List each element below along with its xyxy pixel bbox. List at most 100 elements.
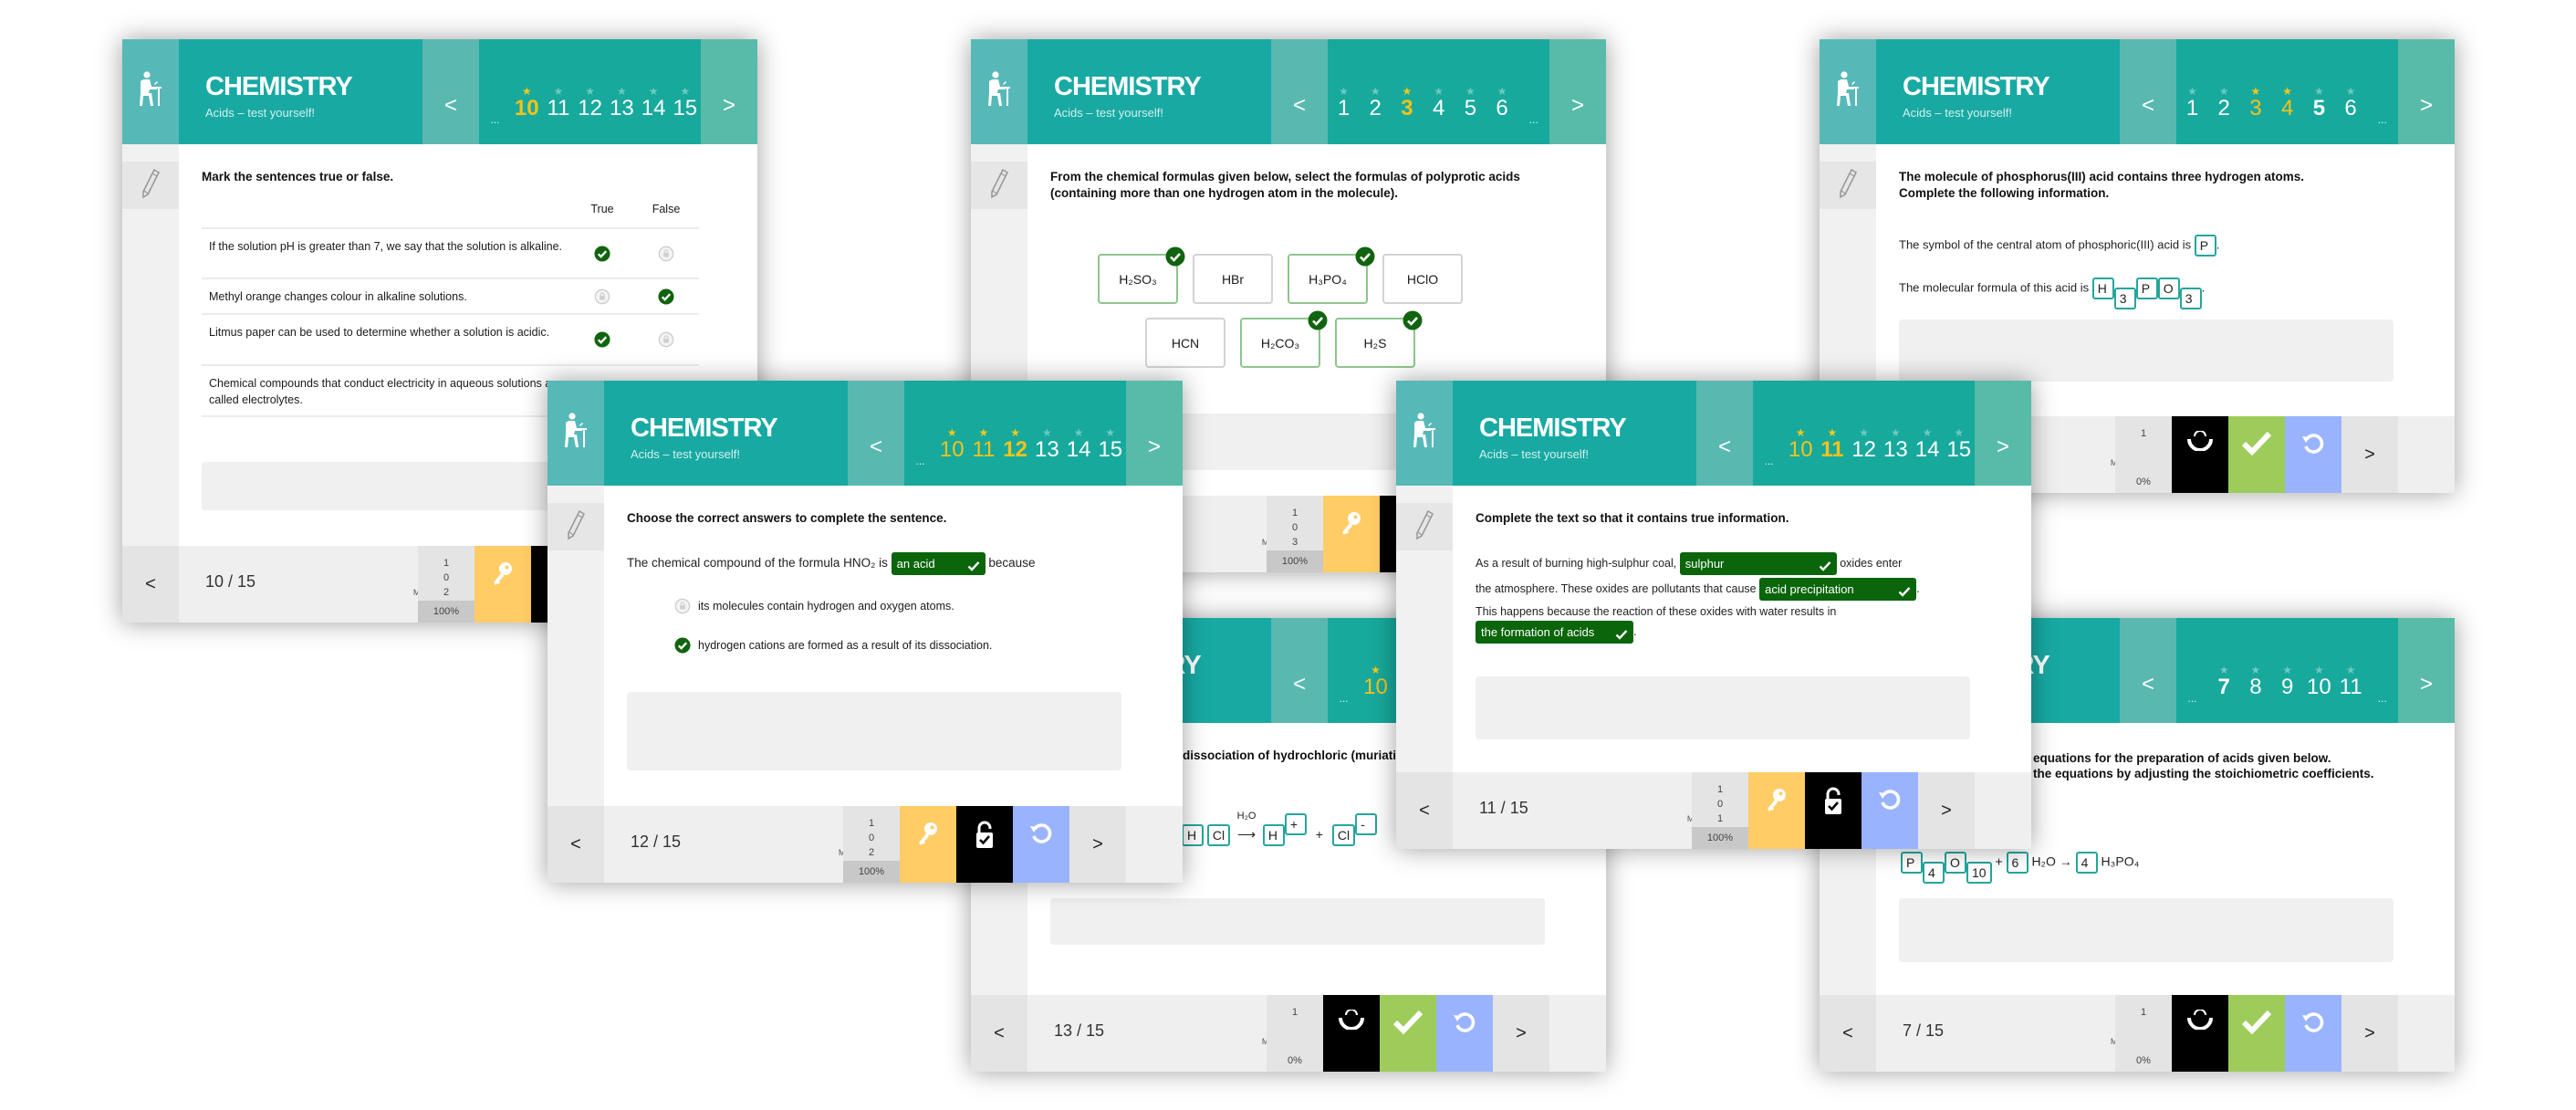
page-link[interactable]: ★ 7 [2208, 618, 2240, 723]
next-exercise-button[interactable]: > [2341, 995, 2398, 1072]
page-link[interactable]: ★ 10 [1360, 618, 1392, 723]
prev-page-button[interactable]: < [2120, 618, 2176, 723]
page-link[interactable]: ★ 8 [2239, 618, 2271, 723]
show-solution-button[interactable] [1323, 496, 1380, 572]
page-link[interactable]: ★ 13 [1031, 381, 1063, 486]
reset-button[interactable] [1862, 772, 1918, 849]
show-solution-button[interactable] [475, 546, 531, 623]
show-solution-button[interactable] [1748, 772, 1805, 849]
page-link[interactable]: ★ 11 [2335, 618, 2367, 723]
answer-dropdown[interactable]: an acid [891, 552, 986, 575]
page-link[interactable]: ★ 1 [2176, 39, 2208, 144]
answer-option[interactable]: hydrogen cations are formed as a result … [674, 637, 992, 654]
prev-exercise-button[interactable]: < [1396, 772, 1453, 849]
prev-page-button[interactable]: < [1696, 381, 1753, 486]
answer-input[interactable]: O [1945, 852, 1966, 874]
show-answer-button[interactable] [1323, 995, 1380, 1072]
page-link[interactable]: ★ 10 [2303, 618, 2335, 723]
next-page-button[interactable]: > [701, 39, 757, 144]
next-exercise-button[interactable]: > [1493, 995, 1549, 1072]
page-link[interactable]: ★ 9 [2271, 618, 2303, 723]
page-link[interactable]: ★ 11 [542, 39, 574, 144]
prev-exercise-button[interactable]: < [971, 995, 1027, 1072]
page-link[interactable]: ★ 10 [511, 39, 543, 144]
prev-page-button[interactable]: < [422, 39, 479, 144]
formula-tile[interactable]: H₂S [1335, 310, 1423, 368]
prev-page-button[interactable]: < [1271, 618, 1328, 723]
reset-button[interactable] [2285, 416, 2341, 493]
reset-button[interactable] [1436, 995, 1493, 1072]
subscript-input[interactable]: 10 [1966, 862, 1992, 884]
answer-dropdown[interactable]: sulphur [1679, 552, 1837, 575]
show-solution-button[interactable] [900, 806, 956, 883]
next-page-button[interactable]: > [2398, 39, 2455, 144]
page-link[interactable]: ★ 2 [2208, 39, 2240, 144]
prev-page-button[interactable]: < [848, 381, 904, 486]
formula-tile[interactable]: H₃PO₄ [1288, 246, 1375, 304]
coefficient-input[interactable]: 6 [2006, 852, 2028, 874]
prev-exercise-button[interactable]: < [548, 806, 604, 883]
next-page-button[interactable]: > [1975, 381, 2031, 486]
prev-exercise-button[interactable]: < [1820, 995, 1876, 1072]
subscript-input[interactable]: 4 [1923, 862, 1945, 884]
answer-input[interactable]: H [1182, 824, 1204, 846]
page-link[interactable]: ★ 4 [2271, 39, 2303, 144]
show-answer-button[interactable] [2172, 995, 2228, 1072]
check-answer-button[interactable] [1380, 995, 1436, 1072]
locked-radio-icon[interactable] [658, 246, 674, 262]
locked-radio-icon[interactable] [674, 598, 691, 614]
next-page-button[interactable]: > [1549, 39, 1606, 144]
answer-input[interactable]: P [2135, 278, 2158, 299]
answer-input[interactable]: P [1901, 852, 1923, 874]
page-link[interactable]: ★ 14 [638, 39, 670, 144]
check-circle-icon[interactable] [658, 288, 674, 305]
page-link[interactable]: ★ 6 [1486, 39, 1518, 144]
unlock-button[interactable] [1805, 772, 1862, 849]
answer-dropdown[interactable]: the formation of acids [1476, 621, 1633, 644]
page-link[interactable]: ★ 11 [967, 381, 999, 486]
page-link[interactable]: ★ 10 [1785, 381, 1817, 486]
unlock-button[interactable] [956, 806, 1013, 883]
formula-tile[interactable]: H₂CO₃ [1240, 310, 1328, 368]
page-link[interactable]: ★ 14 [1912, 381, 1944, 486]
page-link[interactable]: ★ 15 [1094, 381, 1126, 486]
subscript-input[interactable]: 3 [2179, 288, 2202, 309]
page-link[interactable]: ★ 13 [606, 39, 638, 144]
next-exercise-button[interactable]: > [2341, 416, 2398, 493]
page-link[interactable]: ★ 5 [2303, 39, 2335, 144]
page-link[interactable]: ★ 12 [1848, 381, 1880, 486]
check-circle-icon[interactable] [594, 246, 610, 262]
page-link[interactable]: ★ 10 [936, 381, 968, 486]
page-link[interactable]: ★ 3 [1391, 39, 1423, 144]
page-link[interactable]: ★ 3 [2239, 39, 2271, 144]
next-page-button[interactable]: > [2398, 618, 2455, 723]
check-circle-icon[interactable] [674, 637, 691, 654]
reset-button[interactable] [1013, 806, 1069, 883]
formula-tile[interactable]: HClO [1382, 254, 1463, 304]
next-exercise-button[interactable]: > [1918, 772, 1975, 849]
prev-page-button[interactable]: < [2120, 39, 2176, 144]
answer-input[interactable]: H [2091, 278, 2114, 299]
subscript-input[interactable]: 3 [2113, 288, 2136, 309]
answer-input[interactable]: Cl [1331, 824, 1356, 846]
page-link[interactable]: ★ 12 [999, 381, 1031, 486]
answer-input[interactable]: O [2157, 278, 2180, 299]
show-answer-button[interactable] [2172, 416, 2228, 493]
formula-tile[interactable]: HBr [1193, 254, 1273, 304]
reset-button[interactable] [2285, 995, 2341, 1072]
page-link[interactable]: ★ 1 [1328, 39, 1360, 144]
locked-radio-icon[interactable] [658, 331, 674, 348]
page-link[interactable]: ★ 5 [1455, 39, 1486, 144]
answer-input[interactable]: H [1262, 824, 1285, 846]
check-answer-button[interactable] [2228, 416, 2285, 493]
charge-input[interactable]: - [1355, 813, 1378, 835]
page-link[interactable]: ★ 13 [1880, 381, 1912, 486]
page-link[interactable]: ★ 11 [1816, 381, 1848, 486]
page-link[interactable]: ★ 15 [669, 39, 701, 144]
page-link[interactable]: ★ 4 [1423, 39, 1455, 144]
prev-page-button[interactable]: < [1271, 39, 1328, 144]
check-answer-button[interactable] [2228, 995, 2285, 1072]
formula-tile[interactable]: H₂SO₃ [1098, 246, 1185, 304]
prev-exercise-button[interactable]: < [122, 546, 179, 623]
formula-tile[interactable]: HCN [1145, 318, 1225, 368]
